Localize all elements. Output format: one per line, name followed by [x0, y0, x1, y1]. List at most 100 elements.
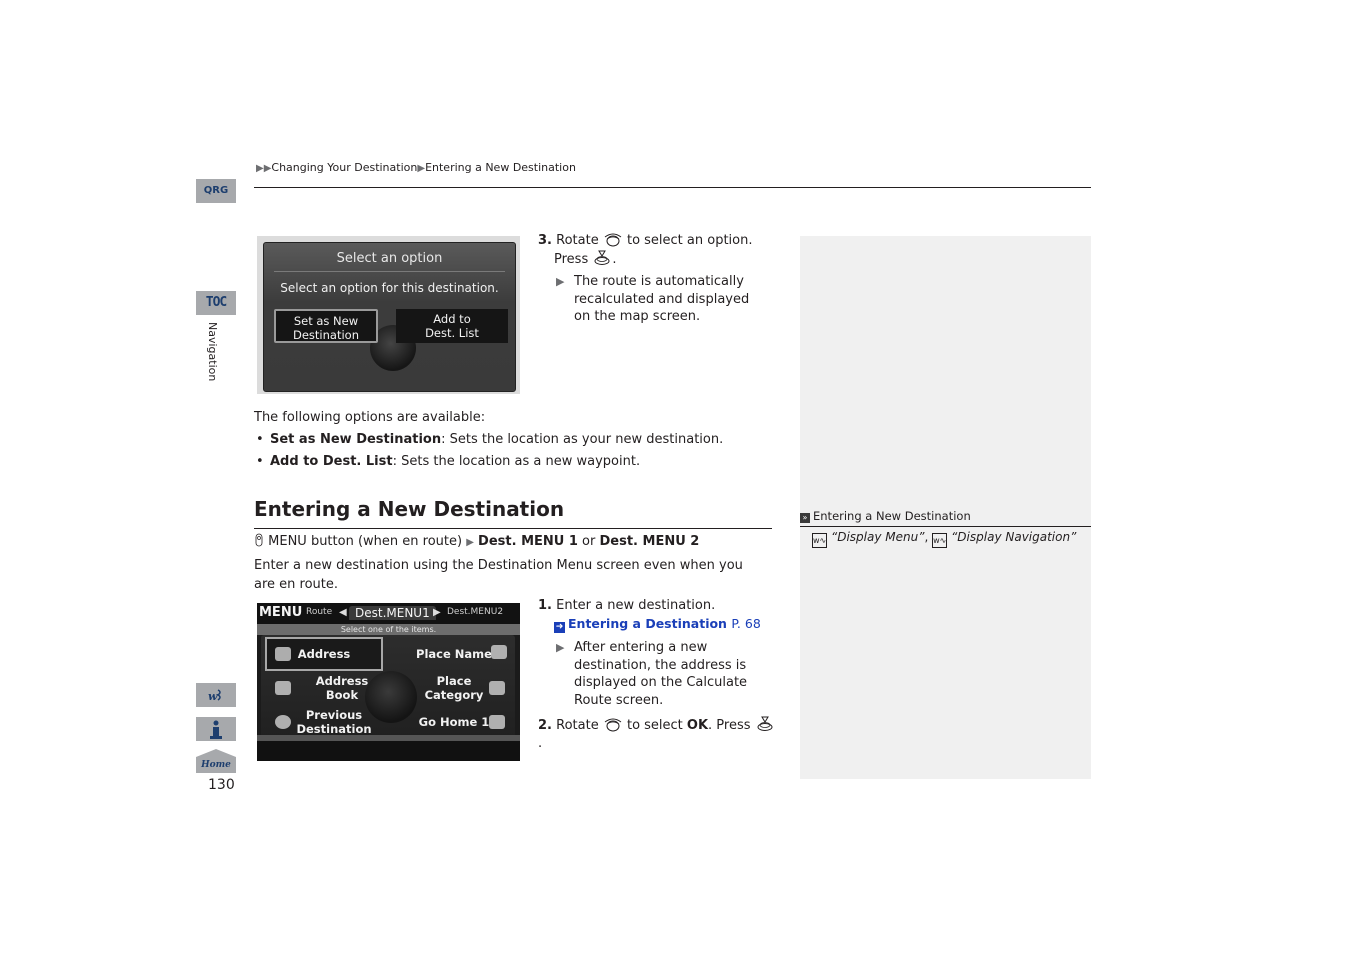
tab-left-arrow-icon: ◀ — [339, 607, 347, 618]
step-1: 1. Enter a new destination. — [538, 597, 768, 615]
option-description: : Sets the location as a new waypoint. — [392, 454, 641, 469]
entering-a-destination-link[interactable]: ➜ Entering a Destination P. 68 — [554, 616, 761, 633]
link-label[interactable]: Entering a Destination — [568, 616, 727, 631]
step-text: Enter a new destination. — [556, 598, 716, 613]
side-note-divider — [800, 526, 1091, 527]
note-marker-icon: » — [800, 513, 810, 523]
set-as-new-destination-button: Set as New Destination — [274, 309, 378, 343]
step-number: 1. — [538, 598, 552, 613]
page-number: 130 — [208, 777, 235, 793]
menu-item-place-category: Place Category — [395, 671, 513, 705]
step-text: . Press — [708, 718, 751, 733]
menu-item-address: Address — [265, 637, 383, 671]
section-intro: Enter a new destination using the Destin… — [254, 558, 743, 592]
button-label: Dest. List — [425, 326, 479, 340]
button-label: Set as New — [293, 314, 359, 328]
step-text: . — [612, 252, 617, 267]
menu-path-text: MENU button (when en route) — [268, 534, 463, 549]
rotate-dial-icon — [604, 233, 622, 247]
menu-item-address-book: Address Book — [265, 671, 399, 705]
result-text: The route is automatically recalculated … — [574, 274, 750, 324]
previous-destination-icon — [275, 715, 291, 729]
step-number: 3. — [538, 233, 552, 248]
menu-path-text: or — [582, 534, 596, 549]
screen-footer — [257, 741, 520, 761]
section-heading: Entering a New Destination — [254, 497, 565, 521]
menu-path: MENU button (when en route) ▶ Dest. MENU… — [254, 533, 699, 549]
menu-grid: Address Place Name Address Book Place Ca… — [261, 635, 515, 739]
menu-item-label: Address Book — [315, 674, 369, 702]
step-3: 3. Rotate to select an option. Press . — [538, 231, 768, 269]
toc-tab[interactable]: TOC — [196, 291, 236, 315]
press-dial-icon — [757, 716, 773, 731]
tab-route: Route — [306, 607, 333, 617]
step-text: . — [538, 736, 543, 751]
dialog-divider — [274, 271, 505, 272]
ref-separator: , — [924, 530, 929, 544]
rotate-dial-icon — [604, 718, 622, 732]
ok-label: OK — [686, 718, 709, 733]
address-search-icon — [275, 647, 291, 661]
menu-item-label: Place Name — [416, 647, 492, 661]
breadcrumb-item[interactable]: Changing Your Destination — [271, 161, 417, 174]
voice-command-ref[interactable]: “Display Menu” — [831, 530, 924, 544]
tab-right-arrow-icon: ▶ — [433, 607, 441, 618]
select-option-screenshot: Select an option Select an option for th… — [257, 236, 520, 394]
remote-icon — [255, 533, 263, 547]
add-to-dest-list-button: Add to Dest. List — [396, 309, 508, 343]
link-page[interactable]: P. 68 — [731, 616, 760, 631]
info-icon — [210, 720, 222, 739]
place-category-icon — [489, 681, 505, 695]
tab-dest-menu2: Dest.MENU2 — [447, 607, 504, 617]
menu-title: MENU — [259, 605, 303, 620]
voice-command-icon: w∿ — [812, 533, 827, 548]
bullet-icon: • — [256, 432, 264, 447]
select-option-dialog: Select an option Select an option for th… — [263, 242, 516, 392]
option-item: • Set as New Destination: Sets the locat… — [256, 432, 776, 447]
result-text: After entering a new destination, the ad… — [574, 640, 748, 708]
step-3-result: ▶ The route is automatically recalculate… — [556, 273, 766, 326]
menu-item-label: Place Category — [424, 674, 484, 702]
qrg-tab[interactable]: QRG — [196, 179, 236, 203]
link-arrow-icon: ➜ — [554, 622, 565, 633]
breadcrumb-arrows-icon: ▶▶ — [256, 163, 272, 174]
step-2: 2. Rotate to select OK. Press . — [538, 716, 778, 753]
menu-path-arrow-icon: ▶ — [466, 537, 474, 548]
menu-item-place-name: Place Name — [395, 637, 513, 671]
option-description: : Sets the location as your new destinat… — [441, 432, 724, 447]
voice-command-tab[interactable]: w — [196, 683, 236, 707]
side-notes-panel — [800, 236, 1091, 779]
side-note-title-text: Entering a New Destination — [813, 509, 971, 523]
side-note-title: » Entering a New Destination — [800, 509, 971, 523]
info-tab[interactable] — [196, 717, 236, 741]
menu-item-go-home: Go Home 1 — [395, 705, 513, 739]
step-1-result: ▶ After entering a new destination, the … — [556, 639, 766, 709]
breadcrumb: ▶▶Changing Your Destination▶Entering a N… — [256, 161, 576, 174]
menu-item-label: Previous Destination — [296, 708, 372, 736]
address-book-icon — [275, 681, 291, 695]
breadcrumb-item[interactable]: Entering a New Destination — [425, 161, 576, 174]
voice-command-icon: w — [208, 689, 221, 703]
option-term: Add to Dest. List — [270, 454, 393, 469]
result-arrow-icon: ▶ — [556, 275, 565, 288]
voice-command-icon: w∿ — [932, 533, 948, 548]
svg-text:w: w — [208, 690, 218, 703]
svg-text:Home: Home — [200, 760, 231, 770]
place-name-search-icon — [491, 645, 507, 659]
home-tab[interactable]: Home — [196, 749, 236, 773]
option-item: • Add to Dest. List: Sets the location a… — [256, 454, 776, 469]
bullet-icon: • — [256, 454, 264, 469]
menu-item-label: Address — [297, 647, 351, 661]
menu-item-label: Go Home 1 — [418, 715, 490, 729]
step-text: Press — [554, 252, 589, 267]
step-text: Rotate — [556, 718, 599, 733]
home-icon — [489, 715, 505, 729]
menu-option: Dest. MENU 1 — [478, 534, 578, 549]
button-label: Add to — [433, 312, 471, 326]
step-number: 2. — [538, 718, 552, 733]
header-divider — [254, 187, 1091, 188]
voice-command-ref[interactable]: “Display Navigation” — [951, 530, 1076, 544]
voice-command-refs: w∿ “Display Menu”, w∿ “Display Navigation” — [812, 530, 1076, 548]
dest-menu-screenshot: MENU Route ◀ Dest.MENU1 ▶ Dest.MENU2 Sel… — [257, 603, 520, 761]
tab-dest-menu1: Dest.MENU1 — [349, 606, 436, 620]
